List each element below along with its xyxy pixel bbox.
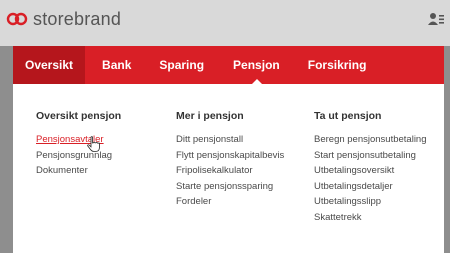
- column-title: Oversikt pensjon: [36, 110, 122, 122]
- page-background-right: [444, 46, 450, 253]
- main-navigation: Oversikt Bank Sparing Pensjon Forsikring: [13, 46, 444, 84]
- pensjon-dropdown-menu: Oversikt pensjon Pensjonsavtaler Pensjon…: [13, 84, 444, 253]
- menu-link-start-pensjonsutbetaling[interactable]: Start pensjonsutbetaling: [314, 148, 427, 164]
- menu-link-skattetrekk[interactable]: Skattetrekk: [314, 210, 427, 226]
- hand-pointer-cursor-icon: [87, 136, 100, 152]
- page-background-left: [0, 46, 13, 253]
- menu-link-pensjonsavtaler[interactable]: Pensjonsavtaler: [36, 132, 121, 148]
- nav-bank[interactable]: Bank: [85, 46, 147, 84]
- menu-column-ta-ut-pensjon: Ta ut pensjon Beregn pensjonsutbetaling …: [314, 110, 427, 226]
- storebrand-logo-icon: [6, 12, 28, 26]
- column-title: Mer i pensjon: [176, 110, 244, 122]
- menu-link-utbetalingsdetaljer[interactable]: Utbetalingsdetaljer: [314, 179, 427, 195]
- menu-link-utbetalingsslipp[interactable]: Utbetalingsslipp: [314, 194, 427, 210]
- menu-link-starte-pensjonssparing[interactable]: Starte pensjonssparing: [176, 179, 284, 195]
- menu-link-fordeler[interactable]: Fordeler: [176, 194, 284, 210]
- column-title: Ta ut pensjon: [314, 110, 382, 122]
- menu-column-mer-i-pensjon: Mer i pensjon Ditt pensjonstall Flytt pe…: [176, 110, 284, 210]
- menu-link-utbetalingsoversikt[interactable]: Utbetalingsoversikt: [314, 163, 427, 179]
- storebrand-logo[interactable]: storebrand: [6, 8, 121, 30]
- user-menu-icon[interactable]: [428, 12, 444, 26]
- menu-link-flytt-pensjonskapitalbevis[interactable]: Flytt pensjonskapitalbevis: [176, 148, 284, 164]
- brand-name: storebrand: [33, 8, 122, 29]
- nav-forsikring[interactable]: Forsikring: [295, 46, 379, 84]
- top-header: storebrand: [0, 0, 450, 46]
- menu-link-ditt-pensjonstall[interactable]: Ditt pensjonstall: [176, 132, 284, 148]
- menu-column-oversikt-pensjon: Oversikt pensjon Pensjonsavtaler Pensjon…: [36, 110, 121, 179]
- menu-link-beregn-pensjonsutbetaling[interactable]: Beregn pensjonsutbetaling: [314, 132, 427, 148]
- nav-pensjon[interactable]: Pensjon: [219, 46, 295, 84]
- nav-oversikt[interactable]: Oversikt: [13, 46, 86, 84]
- menu-link-pensjonsgrunnlag[interactable]: Pensjonsgrunnlag: [36, 148, 121, 164]
- nav-sparing[interactable]: Sparing: [147, 46, 219, 84]
- menu-link-dokumenter[interactable]: Dokumenter: [36, 163, 121, 179]
- menu-link-fripolisekalkulator[interactable]: Fripolisekalkulator: [176, 163, 284, 179]
